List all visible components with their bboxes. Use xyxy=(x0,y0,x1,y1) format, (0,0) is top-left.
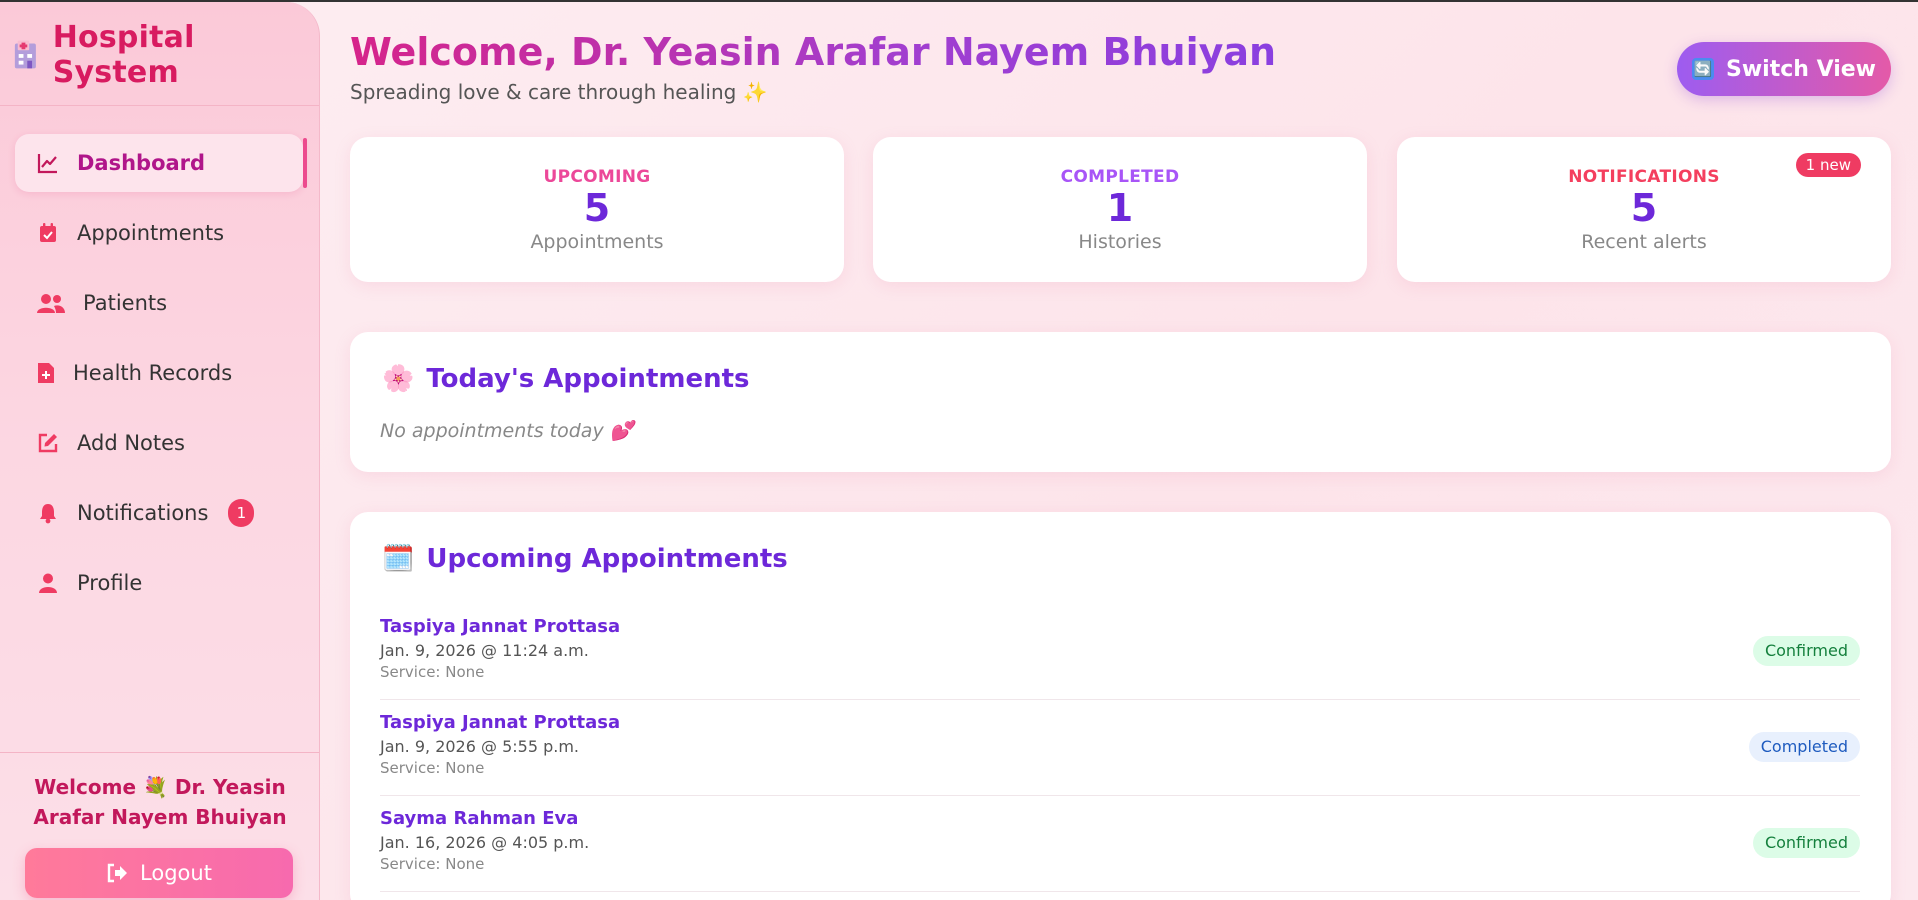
hospital-icon xyxy=(14,40,36,69)
sidebar-item-label: Add Notes xyxy=(77,431,185,455)
logout-icon xyxy=(107,863,128,883)
users-icon xyxy=(37,294,65,313)
stat-card-completed[interactable]: COMPLETED 1 Histories xyxy=(873,137,1367,282)
logout-label: Logout xyxy=(140,861,212,885)
sidebar-item-notifications[interactable]: Notifications 1 xyxy=(15,484,303,542)
appointment-row[interactable]: Taspiya Jannat Prottasa Jan. 9, 2026 @ 1… xyxy=(380,604,1860,700)
status-badge: Confirmed xyxy=(1752,636,1860,666)
sidebar-nav: Dashboard Appointments Patients Health R… xyxy=(15,134,307,624)
sidebar-item-profile[interactable]: Profile xyxy=(15,554,303,612)
sidebar-item-patients[interactable]: Patients xyxy=(15,274,303,332)
appointment-datetime: Jan. 9, 2026 @ 11:24 a.m. xyxy=(380,641,589,660)
sidebar-item-dashboard[interactable]: Dashboard xyxy=(15,134,307,192)
sidebar-item-label: Dashboard xyxy=(77,151,206,175)
patient-name[interactable]: Sayma Rahman Eva xyxy=(380,808,578,829)
logout-button[interactable]: Logout xyxy=(25,848,293,898)
divider xyxy=(0,752,319,753)
chart-line-icon xyxy=(37,154,57,174)
file-medical-icon xyxy=(38,363,54,383)
appointment-service: Service: None xyxy=(380,663,485,681)
panel-title: 🗓️ Upcoming Appointments xyxy=(382,544,788,574)
sidebar-item-label: Notifications xyxy=(77,501,209,525)
sidebar-item-label: Health Records xyxy=(73,361,233,385)
panel-title: 🌸 Today's Appointments xyxy=(382,364,750,394)
stat-sub: Recent alerts xyxy=(1581,231,1707,253)
edit-icon xyxy=(38,433,58,453)
appointment-row[interactable]: Taspiya Jannat Prottasa Jan. 9, 2026 @ 5… xyxy=(380,700,1860,796)
sidebar-item-appointments[interactable]: Appointments xyxy=(15,204,303,262)
appointment-datetime: Jan. 16, 2026 @ 4:05 p.m. xyxy=(380,833,590,852)
today-title: Today's Appointments xyxy=(426,364,750,394)
appointment-service: Service: None xyxy=(380,759,485,777)
divider xyxy=(0,105,319,106)
empty-state-text: No appointments today 💕 xyxy=(380,420,634,442)
brand-title: Hospital System xyxy=(52,20,195,90)
refresh-icon: 🔄 xyxy=(1691,58,1714,80)
sidebar-item-health-records[interactable]: Health Records xyxy=(15,344,303,402)
new-badge: 1 new xyxy=(1795,153,1861,177)
stat-value: 1 xyxy=(1106,186,1134,230)
sidebar: Hospital System Dashboard Appointments P… xyxy=(0,2,320,900)
calendar-check-icon xyxy=(40,223,56,242)
stat-card-upcoming[interactable]: UPCOMING 5 Appointments xyxy=(350,137,844,282)
stat-label: UPCOMING xyxy=(543,167,651,187)
patient-name[interactable]: Taspiya Jannat Prottasa xyxy=(380,616,620,637)
status-badge: Confirmed xyxy=(1752,828,1860,858)
bell-icon xyxy=(40,504,56,524)
stat-card-notifications[interactable]: 1 new NOTIFICATIONS 5 Recent alerts xyxy=(1397,137,1891,282)
stat-label: COMPLETED xyxy=(1060,167,1180,187)
stat-sub: Histories xyxy=(1078,231,1162,253)
flower-icon: 🌸 xyxy=(382,364,415,394)
patient-name[interactable]: Taspiya Jannat Prottasa xyxy=(380,712,620,733)
stat-value: 5 xyxy=(1630,186,1658,230)
sidebar-item-label: Profile xyxy=(77,571,143,595)
appointment-datetime: Jan. 9, 2026 @ 5:55 p.m. xyxy=(380,737,580,756)
stat-sub: Appointments xyxy=(530,231,664,253)
brand[interactable]: Hospital System xyxy=(12,20,319,90)
upcoming-appointments-panel: 🗓️ Upcoming Appointments Taspiya Jannat … xyxy=(350,512,1891,900)
sidebar-item-add-notes[interactable]: Add Notes xyxy=(15,414,303,472)
calendar-icon: 🗓️ xyxy=(382,544,415,574)
today-appointments-panel: 🌸 Today's Appointments No appointments t… xyxy=(350,332,1891,472)
switch-view-button[interactable]: 🔄 Switch View xyxy=(1677,42,1891,96)
stat-value: 5 xyxy=(583,186,611,230)
page-subtitle: Spreading love & care through healing ✨ xyxy=(350,80,768,104)
user-icon xyxy=(39,573,57,593)
upcoming-title: Upcoming Appointments xyxy=(426,544,788,574)
appointment-service: Service: None xyxy=(380,855,485,873)
notification-count-badge: 1 xyxy=(228,499,255,527)
sidebar-item-label: Appointments xyxy=(77,221,225,245)
page-title: Welcome, Dr. Yeasin Arafar Nayem Bhuiyan xyxy=(350,30,1277,74)
sidebar-welcome: Welcome 💐 Dr. Yeasin Arafar Nayem Bhuiya… xyxy=(33,775,287,829)
status-badge: Completed xyxy=(1748,732,1860,762)
appointment-row[interactable]: Sayma Rahman Eva Jan. 16, 2026 @ 4:05 p.… xyxy=(380,796,1860,892)
switch-view-label: Switch View xyxy=(1725,56,1876,82)
sidebar-item-label: Patients xyxy=(83,291,168,315)
